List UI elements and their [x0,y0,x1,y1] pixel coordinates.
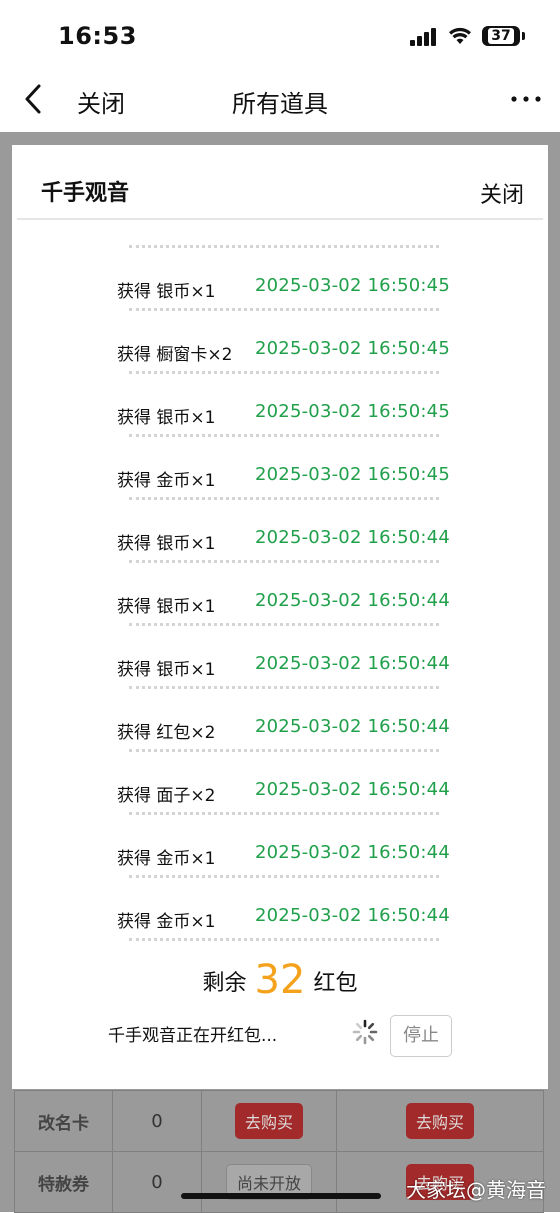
list-item: 获得 银币×1 2025-03-02 16:50:44 [12,563,548,623]
reward-text: 获得 银币×1 [117,597,216,617]
modal-title: 千手观音 [41,181,130,206]
dotted-divider [129,938,439,941]
list-item: 获得 银币×1 2025-03-02 16:50:45 [12,248,548,308]
reward-time: 2025-03-02 16:50:44 [255,779,450,800]
reward-text: 获得 橱窗卡×2 [117,345,233,365]
list-item: 获得 红包×2 2025-03-02 16:50:44 [12,689,548,749]
reward-time: 2025-03-02 16:50:45 [255,338,450,359]
remaining-suffix: 红包 [313,971,358,996]
list-item: 获得 橱窗卡×2 2025-03-02 16:50:45 [12,311,548,371]
status-time: 16:53 [58,22,137,50]
reward-time: 2025-03-02 16:50:45 [255,464,450,485]
reward-text: 获得 银币×1 [117,282,216,302]
item-count: 0 [112,1090,202,1152]
battery-level: 37 [488,28,514,44]
watermark: 大家坛@黄海音 [406,1178,546,1202]
battery-icon: 37 [482,26,525,46]
reward-text: 获得 银币×1 [117,408,216,428]
remaining-prefix: 剩余 [202,971,247,996]
opening-status: 千手观音正在开红包... [108,1026,278,1046]
list-item: 获得 金币×1 2025-03-02 16:50:44 [12,815,548,875]
list-item: 获得 金币×1 2025-03-02 16:50:44 [12,878,548,938]
more-dots-icon[interactable] [508,84,544,114]
list-item: 获得 金币×1 2025-03-02 16:50:45 [12,437,548,497]
reward-time: 2025-03-02 16:50:44 [255,527,450,548]
list-item: 获得 面子×2 2025-03-02 16:50:44 [12,752,548,812]
reward-time: 2025-03-02 16:50:44 [255,590,450,611]
reward-log-list: 获得 银币×1 2025-03-02 16:50:45 获得 橱窗卡×2 2025-… [12,245,548,941]
reward-time: 2025-03-02 16:50:45 [255,275,450,296]
item-name: 改名卡 [14,1090,113,1152]
reward-text: 获得 金币×1 [117,912,216,932]
reward-text: 获得 红包×2 [117,723,216,743]
reward-text: 获得 金币×1 [117,849,216,869]
status-bar: 16:53 37 [0,0,560,70]
open-redpacket-modal: 千手观音 关闭 获得 银币×1 2025-03-02 16:50:45 获得 橱窗… [12,145,548,1089]
home-indicator[interactable] [181,1193,381,1199]
reward-text: 获得 银币×1 [117,660,216,680]
remaining-count: 剩余 32 红包 [12,957,548,1003]
item-count: 0 [112,1151,202,1213]
buy-button[interactable]: 去购买 [405,1103,474,1139]
loading-spinner-icon [352,1019,378,1045]
nav-bar: 关闭 所有道具 [0,70,560,132]
reward-time: 2025-03-02 16:50:44 [255,716,450,737]
list-item: 获得 银币×1 2025-03-02 16:50:45 [12,374,548,434]
modal-divider [17,218,543,220]
reward-text: 获得 金币×1 [117,471,216,491]
cellular-signal-icon [410,28,436,46]
remaining-number: 32 [254,957,306,1003]
reward-time: 2025-03-02 16:50:45 [255,401,450,422]
list-item: 获得 银币×1 2025-03-02 16:50:44 [12,500,548,560]
list-item: 获得 银币×1 2025-03-02 16:50:44 [12,626,548,686]
reward-text: 获得 银币×1 [117,534,216,554]
reward-time: 2025-03-02 16:50:44 [255,905,450,926]
reward-text: 获得 面子×2 [117,786,216,806]
stop-button[interactable]: 停止 [390,1015,452,1057]
item-name: 特赦券 [14,1151,113,1213]
reward-time: 2025-03-02 16:50:44 [255,653,450,674]
reward-time: 2025-03-02 16:50:44 [255,842,450,863]
page-title: 所有道具 [232,90,328,118]
buy-button[interactable]: 去购买 [234,1103,303,1139]
table-row: 改名卡 0 去购买 去购买 [14,1090,544,1152]
wifi-icon [449,27,471,44]
modal-close-button[interactable]: 关闭 [480,177,524,209]
